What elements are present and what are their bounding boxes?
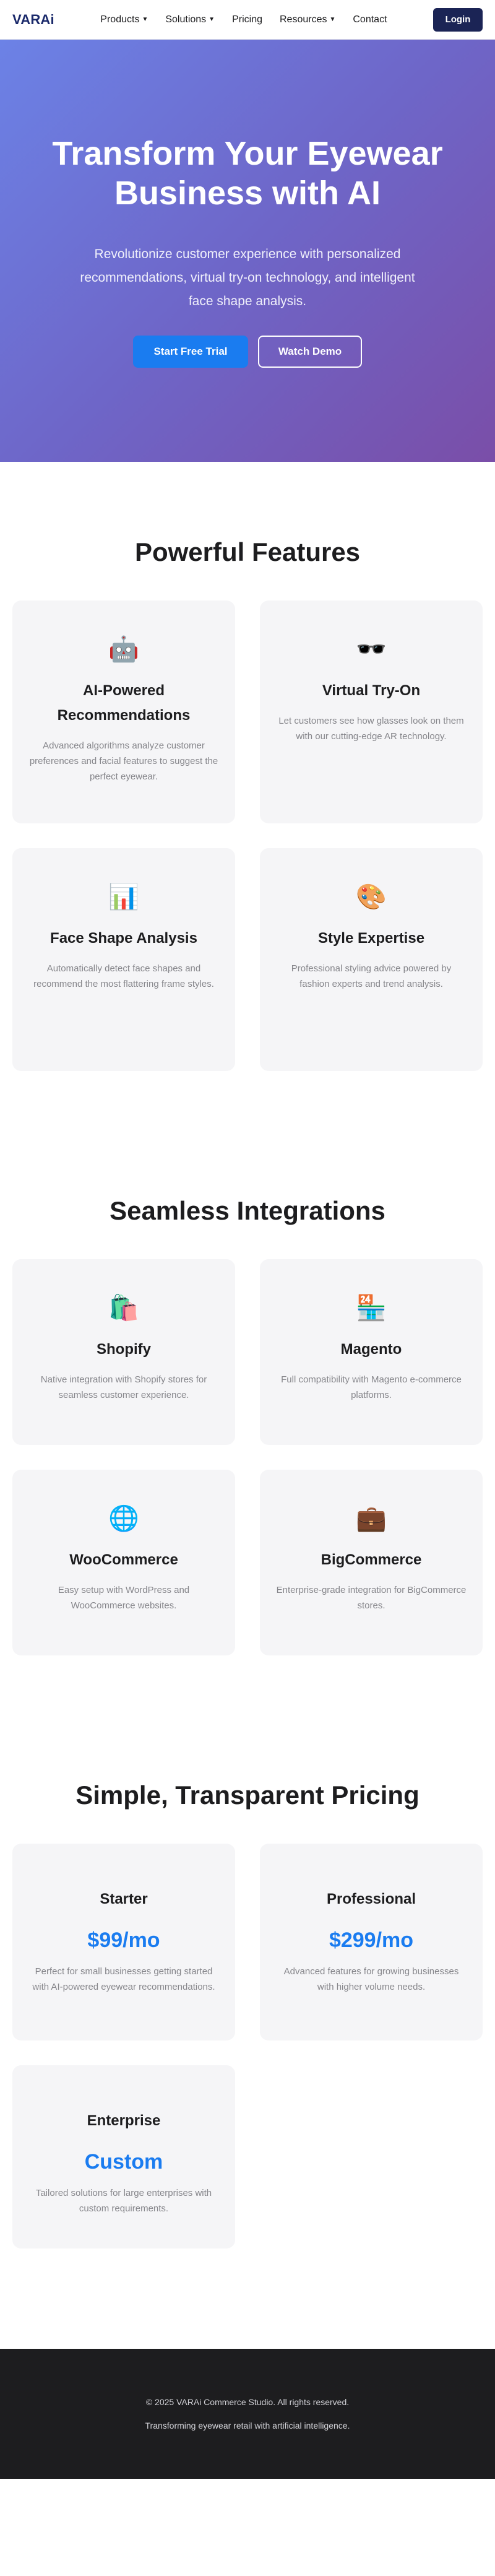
footer-tagline: Transforming eyewear retail with artific…: [145, 2421, 350, 2431]
robot-icon: 🤖: [108, 636, 139, 663]
start-free-trial-button[interactable]: Start Free Trial: [133, 336, 248, 368]
nav-item-label: Contact: [353, 14, 387, 25]
nav-item-resources[interactable]: Resources ▼: [280, 14, 335, 25]
card-description: Full compatibility with Magento e-commer…: [281, 1374, 462, 1400]
features-grid: 🤖 AI-Powered Recommendations Advanced al…: [12, 601, 483, 1071]
integration-card-bigcommerce: 💼 BigCommerce Enterprise-grade integrati…: [260, 1470, 483, 1655]
card-title: Shopify: [97, 1341, 151, 1358]
card-title: BigCommerce: [321, 1551, 422, 1568]
top-navigation: VARAi Products ▼ Solutions ▼ Pricing Res…: [0, 0, 495, 40]
shopping-bags-icon: 🛍️: [108, 1295, 139, 1322]
bar-chart-icon: 📊: [108, 883, 139, 911]
login-button[interactable]: Login: [433, 7, 483, 32]
integrations-grid: 🛍️ Shopify Native integration with Shopi…: [12, 1259, 483, 1655]
chevron-down-icon: ▼: [142, 16, 148, 23]
nav-item-products[interactable]: Products ▼: [100, 14, 148, 25]
pricing-card-professional: Professional $299/mo Advanced features f…: [260, 1844, 483, 2040]
hero-section: Transform Your Eyewear Business with AI …: [0, 40, 495, 462]
integrations-section: Seamless Integrations 🛍️ Shopify Native …: [0, 1071, 495, 1655]
card-title: WooCommerce: [69, 1551, 178, 1568]
nav-item-label: Solutions: [165, 14, 207, 25]
integration-card-magento: 🏪 Magento Full compatibility with Magent…: [260, 1259, 483, 1445]
hero-subtitle: Revolutionize customer experience with p…: [80, 247, 415, 308]
plan-price: Custom: [84, 2150, 163, 2174]
hero-buttons: Start Free Trial Watch Demo: [133, 336, 362, 368]
plan-name: Starter: [100, 1891, 148, 1907]
globe-icon: 🌐: [108, 1505, 139, 1532]
card-description: Native integration with Shopify stores f…: [40, 1374, 207, 1400]
integration-card-woocommerce: 🌐 WooCommerce Easy setup with WordPress …: [12, 1470, 235, 1655]
card-description: Easy setup with WordPress and WooCommerc…: [58, 1585, 190, 1611]
card-description: Advanced algorithms analyze customer pre…: [29, 740, 218, 782]
plan-price: $299/mo: [329, 1928, 414, 1952]
card-title: Style Expertise: [317, 930, 425, 947]
briefcase-icon: 💼: [356, 1505, 387, 1532]
plan-name: Enterprise: [87, 2112, 161, 2129]
section-title: Seamless Integrations: [110, 1196, 385, 1225]
chevron-down-icon: ▼: [209, 16, 215, 23]
card-description: Automatically detect face shapes and rec…: [33, 963, 214, 989]
features-section: Powerful Features 🤖 AI-Powered Recommend…: [0, 462, 495, 1071]
chevron-down-icon: ▼: [329, 16, 336, 23]
plan-description: Tailored solutions for large enterprises…: [35, 2188, 212, 2214]
pricing-grid: Starter $99/mo Perfect for small busines…: [12, 1844, 483, 2249]
feature-card: 🎨 Style Expertise Professional styling a…: [260, 848, 483, 1071]
section-title: Simple, Transparent Pricing: [75, 1780, 420, 1810]
card-description: Professional styling advice powered by f…: [291, 963, 452, 989]
pricing-card-starter: Starter $99/mo Perfect for small busines…: [12, 1844, 235, 2040]
card-description: Enterprise-grade integration for BigComm…: [276, 1585, 467, 1611]
plan-price: $99/mo: [87, 1928, 160, 1952]
plan-description: Perfect for small businesses getting sta…: [32, 1966, 215, 1992]
card-title: AI-Powered Recommendations: [57, 682, 191, 724]
nav-item-label: Products: [100, 14, 140, 25]
nav-item-solutions[interactable]: Solutions ▼: [165, 14, 215, 25]
logo[interactable]: VARAi: [12, 12, 54, 28]
pricing-section: Simple, Transparent Pricing Starter $99/…: [0, 1655, 495, 2249]
card-title: Virtual Try-On: [322, 682, 421, 699]
plan-name: Professional: [326, 1891, 416, 1907]
nav-item-label: Resources: [279, 14, 327, 25]
nav-item-pricing[interactable]: Pricing: [232, 14, 262, 25]
hero-title: Transform Your Eyewear Business with AI: [52, 135, 443, 212]
watch-demo-button[interactable]: Watch Demo: [258, 336, 362, 368]
nav-links: Products ▼ Solutions ▼ Pricing Resources…: [100, 14, 387, 25]
feature-card: 🕶️ Virtual Try-On Let customers see how …: [260, 601, 483, 823]
footer: © 2025 VARAi Commerce Studio. All rights…: [0, 2349, 495, 2479]
feature-card: 🤖 AI-Powered Recommendations Advanced al…: [12, 601, 235, 823]
store-icon: 🏪: [356, 1295, 387, 1322]
nav-item-contact[interactable]: Contact: [353, 14, 387, 25]
palette-icon: 🎨: [356, 883, 387, 911]
feature-card: 📊 Face Shape Analysis Automatically dete…: [12, 848, 235, 1071]
nav-item-label: Pricing: [232, 14, 262, 25]
sunglasses-icon: 🕶️: [356, 636, 387, 663]
card-title: Face Shape Analysis: [50, 930, 197, 947]
pricing-card-enterprise: Enterprise Custom Tailored solutions for…: [12, 2065, 235, 2249]
footer-copyright: © 2025 VARAi Commerce Studio. All rights…: [145, 2397, 350, 2407]
integration-card-shopify: 🛍️ Shopify Native integration with Shopi…: [12, 1259, 235, 1445]
section-title: Powerful Features: [134, 537, 361, 566]
card-description: Let customers see how glasses look on th…: [278, 716, 464, 742]
plan-description: Advanced features for growing businesses…: [283, 1966, 459, 1992]
card-title: Magento: [340, 1341, 402, 1358]
